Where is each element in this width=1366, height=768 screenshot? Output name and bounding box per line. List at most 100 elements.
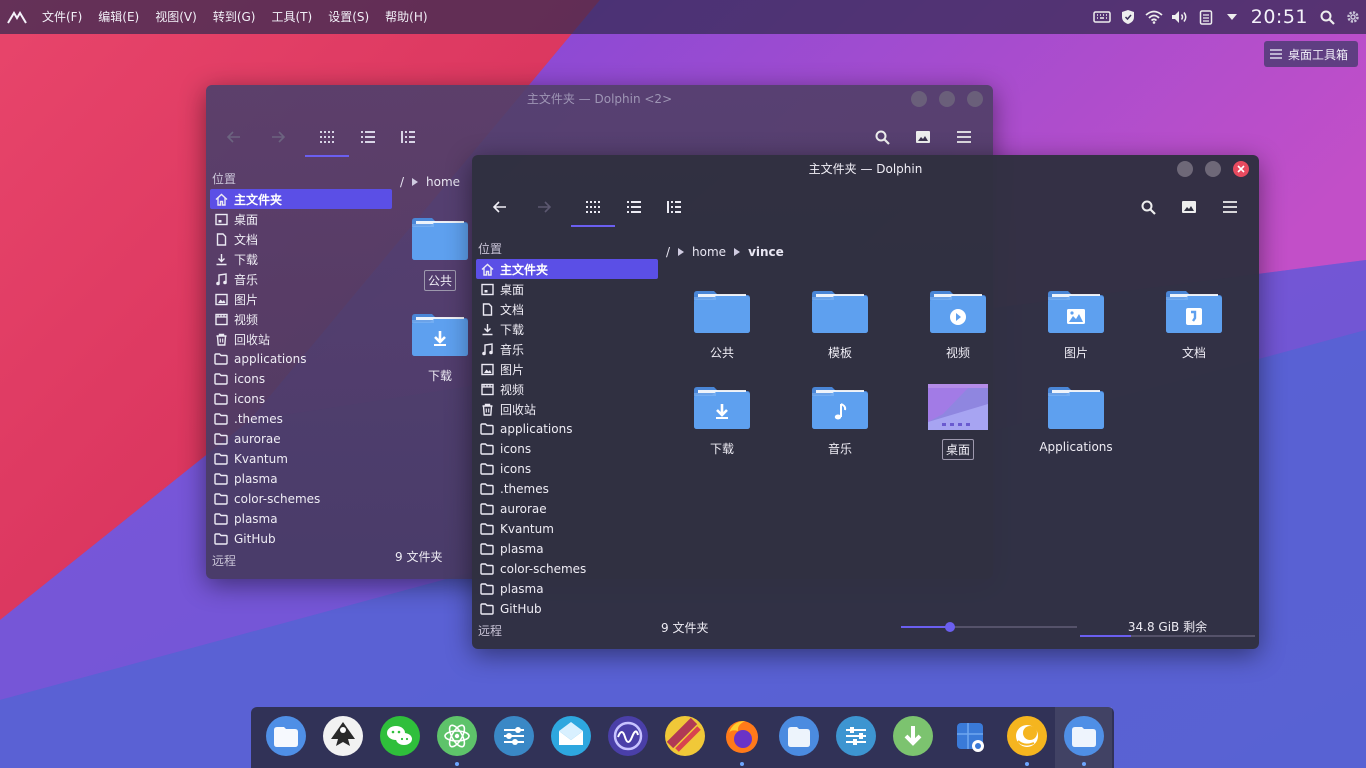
file-item[interactable]: 公共 <box>672 288 772 378</box>
free-space-indicator[interactable]: 34.8 GiB 剩余 <box>1080 617 1255 637</box>
sidebar-item-applications[interactable]: applications <box>476 419 658 439</box>
menu-view[interactable]: 视图(V) <box>147 0 205 34</box>
sidebar-item-icons[interactable]: icons <box>210 389 392 409</box>
dock-item[interactable] <box>257 707 314 768</box>
crumb-user[interactable]: vince <box>748 245 784 259</box>
file-item[interactable]: 文档 <box>1144 288 1244 378</box>
file-item[interactable]: 下载 <box>400 311 472 401</box>
sidebar-item[interactable]: 图片 <box>210 289 392 309</box>
dock-item[interactable] <box>599 707 656 768</box>
sidebar-item-plasma[interactable]: plasma <box>476 539 658 559</box>
sidebar-item-plasma[interactable]: plasma <box>210 469 392 489</box>
dock-item[interactable] <box>713 707 770 768</box>
dock-item[interactable] <box>1055 707 1112 768</box>
dock-item[interactable] <box>884 707 941 768</box>
sidebar-item[interactable]: 视频 <box>210 309 392 329</box>
sidebar-item[interactable]: 回收站 <box>210 329 392 349</box>
sidebar-item[interactable]: 音乐 <box>210 269 392 289</box>
window-title[interactable]: 主文件夹 — Dolphin <2> <box>206 85 993 115</box>
menu-tools[interactable]: 工具(T) <box>263 0 320 34</box>
sidebar-item-github[interactable]: GitHub <box>210 529 392 549</box>
sidebar-item[interactable]: 主文件夹 <box>210 189 392 209</box>
icons-view-button[interactable] <box>305 121 349 157</box>
sidebar-item-icons[interactable]: icons <box>210 369 392 389</box>
sidebar-item[interactable]: 下载 <box>476 319 658 339</box>
forward-button[interactable] <box>262 121 294 153</box>
sidebar-item-plasma[interactable]: plasma <box>210 509 392 529</box>
dock-item[interactable] <box>542 707 599 768</box>
sidebar-item[interactable]: 主文件夹 <box>476 259 658 279</box>
crumb-home[interactable]: home <box>426 175 460 189</box>
gear-icon[interactable] <box>1340 0 1366 34</box>
dock-item[interactable] <box>998 707 1055 768</box>
chevron-right-icon[interactable] <box>678 245 685 259</box>
sidebar-item[interactable]: 视频 <box>476 379 658 399</box>
details-view-button[interactable] <box>658 191 690 223</box>
sidebar-item[interactable]: 回收站 <box>476 399 658 419</box>
back-button[interactable] <box>218 121 250 153</box>
sidebar-item-applications[interactable]: applications <box>210 349 392 369</box>
clipboard-icon[interactable] <box>1193 0 1219 34</box>
menu-button[interactable] <box>948 121 980 153</box>
file-item[interactable]: 模板 <box>790 288 890 378</box>
sidebar-item-colorschemes[interactable]: color-schemes <box>210 489 392 509</box>
sidebar-item-icons[interactable]: icons <box>476 439 658 459</box>
file-item[interactable]: 图片 <box>1026 288 1126 378</box>
dock-item[interactable] <box>770 707 827 768</box>
sidebar-item[interactable]: 桌面 <box>210 209 392 229</box>
keyboard-icon[interactable] <box>1089 0 1115 34</box>
menu-help[interactable]: 帮助(H) <box>377 0 435 34</box>
search-button[interactable] <box>1132 191 1164 223</box>
zoom-slider[interactable] <box>901 622 1077 632</box>
close-button[interactable] <box>967 91 983 107</box>
desktop-toolbox-button[interactable]: 桌面工具箱 <box>1263 41 1358 67</box>
dock-item[interactable] <box>827 707 884 768</box>
sidebar-item-kvantum[interactable]: Kvantum <box>210 449 392 469</box>
sidebar-item[interactable]: 桌面 <box>476 279 658 299</box>
maximize-button[interactable] <box>1205 161 1221 177</box>
file-item[interactable]: 视频 <box>908 288 1008 378</box>
search-icon[interactable] <box>1314 0 1340 34</box>
sidebar-item-icons[interactable]: icons <box>476 459 658 479</box>
crumb-root[interactable]: / <box>666 245 670 259</box>
chevron-down-icon[interactable] <box>1219 0 1245 34</box>
file-item[interactable]: 桌面 <box>908 384 1008 474</box>
file-item[interactable]: 音乐 <box>790 384 890 474</box>
search-button[interactable] <box>866 121 898 153</box>
maximize-button[interactable] <box>939 91 955 107</box>
window-title[interactable]: 主文件夹 — Dolphin <box>472 155 1259 185</box>
back-button[interactable] <box>484 191 516 223</box>
dock-item[interactable] <box>428 707 485 768</box>
dock-item[interactable] <box>371 707 428 768</box>
dock-item[interactable] <box>941 707 998 768</box>
volume-icon[interactable] <box>1167 0 1193 34</box>
compact-view-button[interactable] <box>618 191 650 223</box>
sidebar-item[interactable]: 音乐 <box>476 339 658 359</box>
clock[interactable]: 20:51 <box>1245 6 1314 28</box>
sidebar-item-aurorae[interactable]: aurorae <box>476 499 658 519</box>
dock-item[interactable] <box>656 707 713 768</box>
dock-item[interactable] <box>314 707 371 768</box>
preview-button[interactable] <box>907 121 939 153</box>
crumb-home[interactable]: home <box>692 245 726 259</box>
compact-view-button[interactable] <box>352 121 384 153</box>
zoom-handle[interactable] <box>945 622 956 632</box>
chevron-right-icon[interactable] <box>412 175 419 189</box>
crumb-root[interactable]: / <box>400 175 404 189</box>
sidebar-item[interactable]: 文档 <box>476 299 658 319</box>
menu-file[interactable]: 文件(F) <box>34 0 90 34</box>
close-button[interactable] <box>1233 161 1249 177</box>
file-item[interactable]: 公共 <box>400 215 472 305</box>
kde-launcher-icon[interactable] <box>0 0 34 34</box>
file-item[interactable]: Applications <box>1026 384 1126 474</box>
chevron-right-icon[interactable] <box>734 245 741 259</box>
sidebar-item-colorschemes[interactable]: color-schemes <box>476 559 658 579</box>
menu-settings[interactable]: 设置(S) <box>320 0 377 34</box>
sidebar-item-themes[interactable]: .themes <box>476 479 658 499</box>
sidebar-item[interactable]: 图片 <box>476 359 658 379</box>
file-item[interactable]: 下载 <box>672 384 772 474</box>
details-view-button[interactable] <box>392 121 424 153</box>
icons-view-button[interactable] <box>571 191 615 227</box>
menu-button[interactable] <box>1214 191 1246 223</box>
sidebar-item-aurorae[interactable]: aurorae <box>210 429 392 449</box>
